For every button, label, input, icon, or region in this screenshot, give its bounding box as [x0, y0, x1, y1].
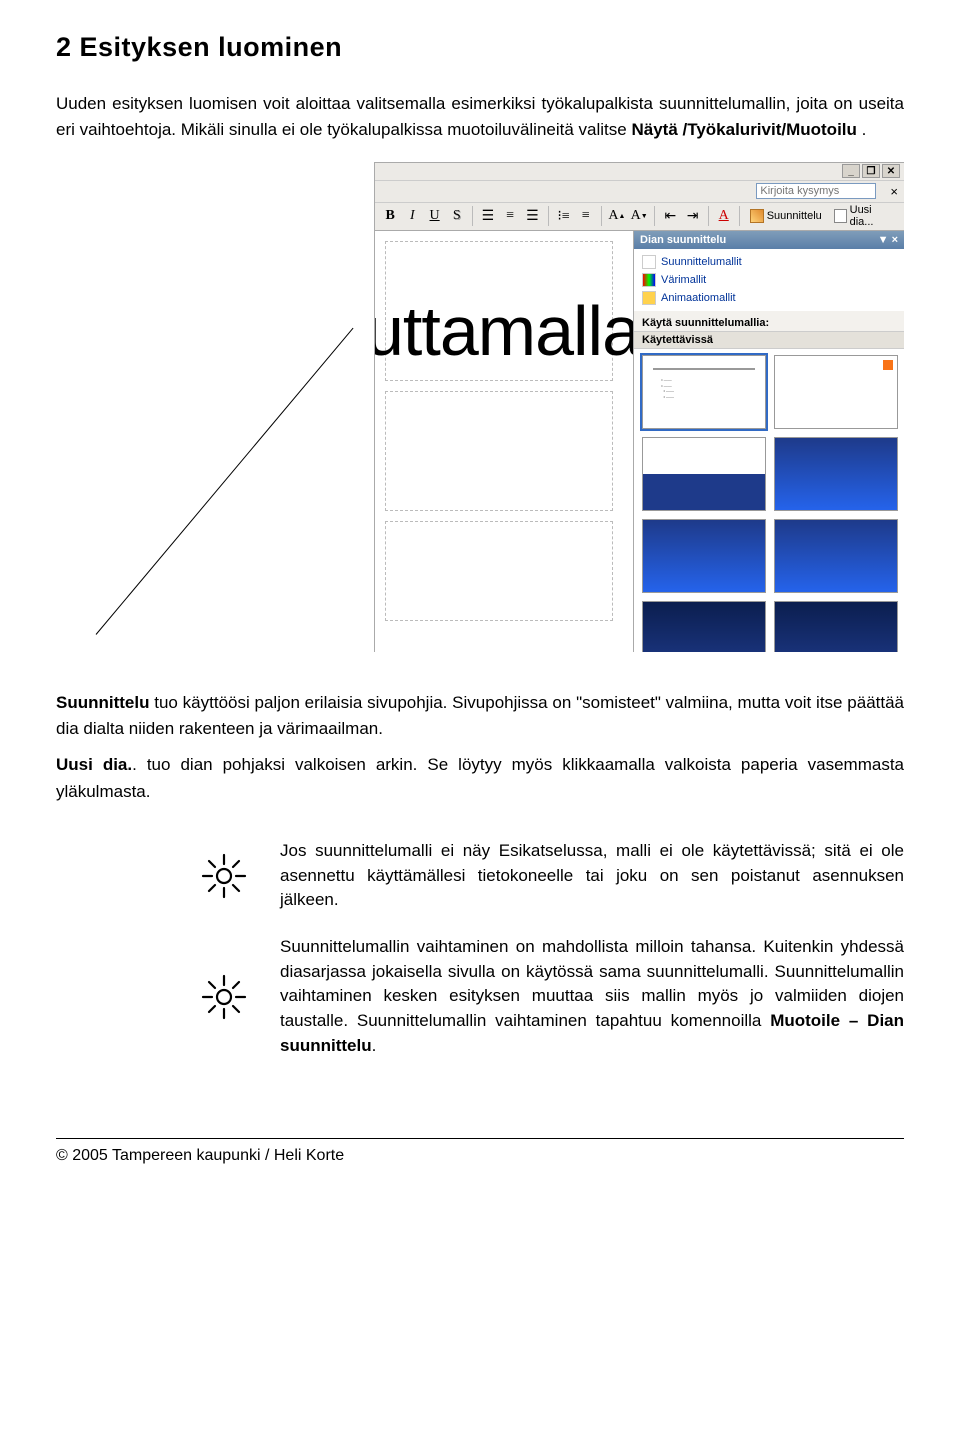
minimize-button[interactable]: _ [842, 164, 860, 178]
numbering-icon[interactable]: ≡ [577, 206, 595, 226]
formatting-toolbar: B I U S ☰ ≡ ☰ ⁝≡ ≡ A▲ A▼ ⇤ ⇥ A Suunnitte… [375, 203, 904, 231]
close-button[interactable]: ✕ [882, 164, 900, 178]
body-paragraph-3: Uusi dia.. tuo dian pohjaksi valkoisen a… [56, 752, 904, 805]
p1-post: . [862, 120, 867, 139]
new-slide-button[interactable]: Uusi dia... [830, 204, 898, 228]
page-heading: 2 Esityksen luominen [56, 32, 904, 63]
new-slide-label: Uusi dia... [850, 204, 894, 228]
indent-left-icon[interactable]: ⇤ [661, 206, 679, 226]
decrease-font-icon[interactable]: A▼ [630, 206, 648, 226]
shadow-button[interactable]: S [448, 206, 466, 226]
italic-button[interactable]: I [403, 206, 421, 226]
template-thumb[interactable] [642, 437, 766, 511]
p2-bold: Suunnittelu [56, 693, 149, 712]
sun-icon [200, 852, 248, 900]
bullets-icon[interactable]: ⁝≡ [554, 206, 572, 226]
align-center-icon[interactable]: ≡ [501, 206, 519, 226]
pointer-line [96, 327, 354, 634]
tip2-post: . [372, 1036, 377, 1055]
template-thumb[interactable]: • ——• —— • —— • —— [642, 355, 766, 429]
template-thumb[interactable] [774, 437, 898, 511]
template-thumb[interactable] [774, 519, 898, 593]
template-thumb[interactable] [642, 519, 766, 593]
align-right-icon[interactable]: ☰ [523, 206, 541, 226]
body-paragraph-2: Suunnittelu tuo käyttöösi paljon erilais… [56, 690, 904, 743]
taskpane-section: Käytä suunnittelumallia: [634, 311, 904, 331]
tip-row-2: Suunnittelumallin vaihtaminen on mahdoll… [168, 935, 904, 1058]
align-left-icon[interactable]: ☰ [479, 206, 497, 226]
taskpane-subheader: Käytettävissä [634, 331, 904, 349]
taskpane-title: Dian suunnittelu [640, 234, 726, 246]
slide-text: uttamalla [375, 291, 634, 371]
powerpoint-screenshot: _ ❐ ✕ × B I U S ☰ ≡ ☰ ⁝≡ ≡ A▲ A▼ ⇤ ⇥ [374, 162, 904, 652]
p2-text: tuo käyttöösi paljon erilaisia sivupohji… [56, 693, 904, 738]
taskpane-links: Suunnittelumallit Värimallit Animaatioma… [634, 249, 904, 311]
taskpane-link-colors[interactable]: Värimallit [634, 271, 904, 289]
template-thumb[interactable] [642, 601, 766, 652]
design-label: Suunnittelu [767, 210, 822, 222]
new-slide-icon [834, 209, 847, 223]
body-paragraph-1: Uuden esityksen luomisen voit aloittaa v… [56, 91, 904, 144]
footer-copyright: © 2005 Tampereen kaupunki / Heli Korte [56, 1138, 904, 1165]
help-search-input[interactable] [756, 183, 876, 199]
maximize-button[interactable]: ❐ [862, 164, 880, 178]
p3-bold: Uusi dia. [56, 755, 132, 774]
design-button[interactable]: Suunnittelu [746, 209, 826, 223]
tip-row-1: Jos suunnittelumalli ei näy Esikatseluss… [168, 839, 904, 913]
tip-2-text: Suunnittelumallin vaihtaminen on mahdoll… [280, 935, 904, 1058]
indent-right-icon[interactable]: ⇥ [683, 206, 701, 226]
font-color-icon[interactable]: A [715, 206, 733, 226]
templates-icon [642, 255, 656, 269]
increase-font-icon[interactable]: A▲ [608, 206, 626, 226]
taskpane-link-anim[interactable]: Animaatiomallit [634, 289, 904, 307]
task-pane: Dian suunnittelu ▼ × Suunnittelumallit V… [634, 231, 904, 652]
underline-button[interactable]: U [425, 206, 443, 226]
taskpane-menu-icon[interactable]: ▼ × [878, 234, 898, 246]
slide-canvas[interactable]: uttamalla [375, 231, 634, 652]
window-controls: _ ❐ ✕ [375, 163, 904, 181]
help-bar: × [375, 181, 904, 203]
bold-button[interactable]: B [381, 206, 399, 226]
template-thumb[interactable] [774, 601, 898, 652]
screenshot-figure: _ ❐ ✕ × B I U S ☰ ≡ ☰ ⁝≡ ≡ A▲ A▼ ⇤ ⇥ [56, 162, 904, 662]
help-close-icon[interactable]: × [890, 184, 898, 199]
p1-bold: Näytä /Työkalurivit/Muotoilu [631, 120, 856, 139]
design-icon [750, 209, 764, 223]
colors-icon [642, 273, 656, 287]
taskpane-link-templates[interactable]: Suunnittelumallit [634, 253, 904, 271]
p3-text: . tuo dian pohjaksi valkoisen arkin. Se … [56, 755, 904, 800]
tip-1-text: Jos suunnittelumalli ei näy Esikatseluss… [280, 839, 904, 913]
template-thumb[interactable] [774, 355, 898, 429]
anim-icon [642, 291, 656, 305]
sun-icon [200, 973, 248, 1021]
